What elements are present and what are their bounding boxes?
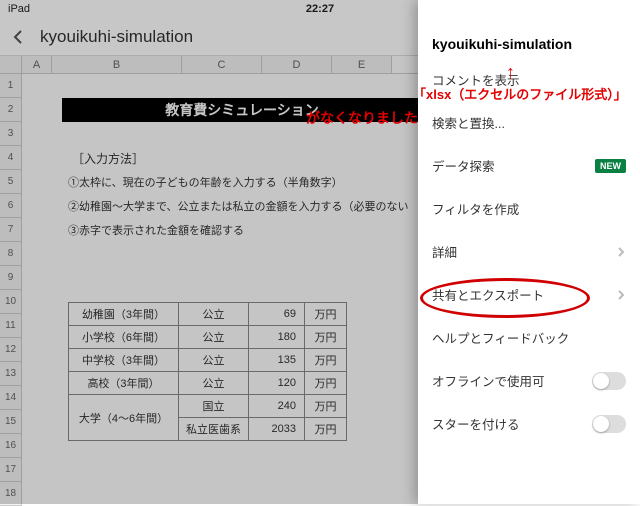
new-badge: NEW: [595, 159, 626, 173]
cell-amount: 180: [249, 326, 305, 349]
cell-label: 小学校（6年間）: [69, 326, 179, 349]
menu-label: 詳細: [432, 242, 457, 261]
cell-amount: 120: [249, 372, 305, 395]
menu-label: オフラインで使用可: [432, 371, 545, 390]
cell-amount: 69: [249, 303, 305, 326]
row-18[interactable]: 18: [0, 482, 22, 506]
menu-label: フィルタを作成: [432, 199, 519, 218]
row-13[interactable]: 13: [0, 362, 22, 386]
menu-label: コメントを表示: [432, 70, 520, 89]
menu-find-replace[interactable]: 検索と置換...: [418, 101, 640, 144]
row-8[interactable]: 8: [0, 242, 22, 266]
clock: 22:27: [306, 3, 334, 15]
row-7[interactable]: 7: [0, 218, 22, 242]
cell-unit: 万円: [305, 349, 347, 372]
cell-unit: 万円: [305, 418, 347, 441]
cell-type: 公立: [179, 349, 249, 372]
row-17[interactable]: 17: [0, 458, 22, 482]
cell-type: 公立: [179, 303, 249, 326]
table-row[interactable]: 大学（4〜6年間） 国立 240 万円: [69, 395, 347, 418]
table-row[interactable]: 幼稚園（3年間） 公立 69 万円: [69, 303, 347, 326]
input-method-heading: ［入力方法］: [72, 150, 144, 167]
sheet-title-band: 教育費シミュレーション: [62, 98, 422, 122]
menu-offline-toggle[interactable]: オフラインで使用可: [418, 359, 640, 402]
menu-details[interactable]: 詳細: [418, 230, 640, 273]
table-row[interactable]: 高校（3年間） 公立 120 万円: [69, 372, 347, 395]
cell-label: 高校（3年間）: [69, 372, 179, 395]
corner-cell: [0, 56, 22, 73]
cell-label: 中学校（3年間）: [69, 349, 179, 372]
instruction-1: ①太枠に、現在の子どもの年齢を入力する（半角数字）: [68, 174, 343, 190]
col-C[interactable]: C: [182, 56, 262, 73]
panel-title: kyouikuhi-simulation: [418, 18, 640, 58]
cell-amount: 135: [249, 349, 305, 372]
cell-label: 大学（4〜6年間）: [69, 395, 179, 441]
cell-type: 公立: [179, 372, 249, 395]
menu-label: 検索と置換...: [432, 113, 505, 132]
back-icon[interactable]: [10, 29, 26, 45]
row-3[interactable]: 3: [0, 122, 22, 146]
menu-create-filter[interactable]: フィルタを作成: [418, 187, 640, 230]
toggle-switch[interactable]: [592, 415, 626, 433]
row-2[interactable]: 2: [0, 98, 22, 122]
side-panel: kyouikuhi-simulation コメントを表示 検索と置換... デー…: [418, 0, 640, 504]
cell-label: 幼稚園（3年間）: [69, 303, 179, 326]
row-16[interactable]: 16: [0, 434, 22, 458]
chevron-right-icon: [616, 290, 626, 300]
cost-table: 幼稚園（3年間） 公立 69 万円 小学校（6年間） 公立 180 万円 中学校…: [68, 302, 347, 441]
menu-star-toggle[interactable]: スターを付ける: [418, 402, 640, 445]
table-row[interactable]: 中学校（3年間） 公立 135 万円: [69, 349, 347, 372]
menu-data-explore[interactable]: データ探索 NEW: [418, 144, 640, 187]
row-12[interactable]: 12: [0, 338, 22, 362]
cell-unit: 万円: [305, 372, 347, 395]
spreadsheet[interactable]: A B C D E 123 456 789 101112 131415 1617…: [0, 56, 418, 504]
col-A[interactable]: A: [22, 56, 52, 73]
cell-unit: 万円: [305, 303, 347, 326]
cell-amount: 2033: [249, 418, 305, 441]
row-headers: 123 456 789 101112 131415 161718: [0, 74, 22, 506]
row-11[interactable]: 11: [0, 314, 22, 338]
row-1[interactable]: 1: [0, 74, 22, 98]
cell-amount: 240: [249, 395, 305, 418]
row-15[interactable]: 15: [0, 410, 22, 434]
menu-label: データ探索: [432, 156, 495, 175]
col-D[interactable]: D: [262, 56, 332, 73]
row-4[interactable]: 4: [0, 146, 22, 170]
instruction-2: ②幼稚園〜大学まで、公立または私立の金額を入力する（必要のない: [68, 198, 409, 214]
row-9[interactable]: 9: [0, 266, 22, 290]
instruction-3: ③赤字で表示された金額を確認する: [68, 222, 244, 238]
document-title[interactable]: kyouikuhi-simulation: [40, 27, 193, 47]
cell-unit: 万円: [305, 326, 347, 349]
col-B[interactable]: B: [52, 56, 182, 73]
toggle-switch[interactable]: [592, 372, 626, 390]
device-label: iPad: [8, 3, 30, 15]
row-6[interactable]: 6: [0, 194, 22, 218]
menu-show-comments[interactable]: コメントを表示: [418, 58, 640, 101]
menu-share-export[interactable]: 共有とエクスポート: [418, 273, 640, 316]
row-14[interactable]: 14: [0, 386, 22, 410]
cell-type: 国立: [179, 395, 249, 418]
menu-label: スターを付ける: [432, 414, 520, 433]
col-E[interactable]: E: [332, 56, 392, 73]
menu-label: 共有とエクスポート: [432, 285, 544, 304]
row-5[interactable]: 5: [0, 170, 22, 194]
menu-label: ヘルプとフィードバック: [432, 328, 569, 347]
row-10[interactable]: 10: [0, 290, 22, 314]
cell-type: 私立医歯系: [179, 418, 249, 441]
table-row[interactable]: 小学校（6年間） 公立 180 万円: [69, 326, 347, 349]
column-headers: A B C D E: [0, 56, 418, 74]
chevron-right-icon: [616, 247, 626, 257]
menu-help-feedback[interactable]: ヘルプとフィードバック: [418, 316, 640, 359]
cell-type: 公立: [179, 326, 249, 349]
cell-unit: 万円: [305, 395, 347, 418]
